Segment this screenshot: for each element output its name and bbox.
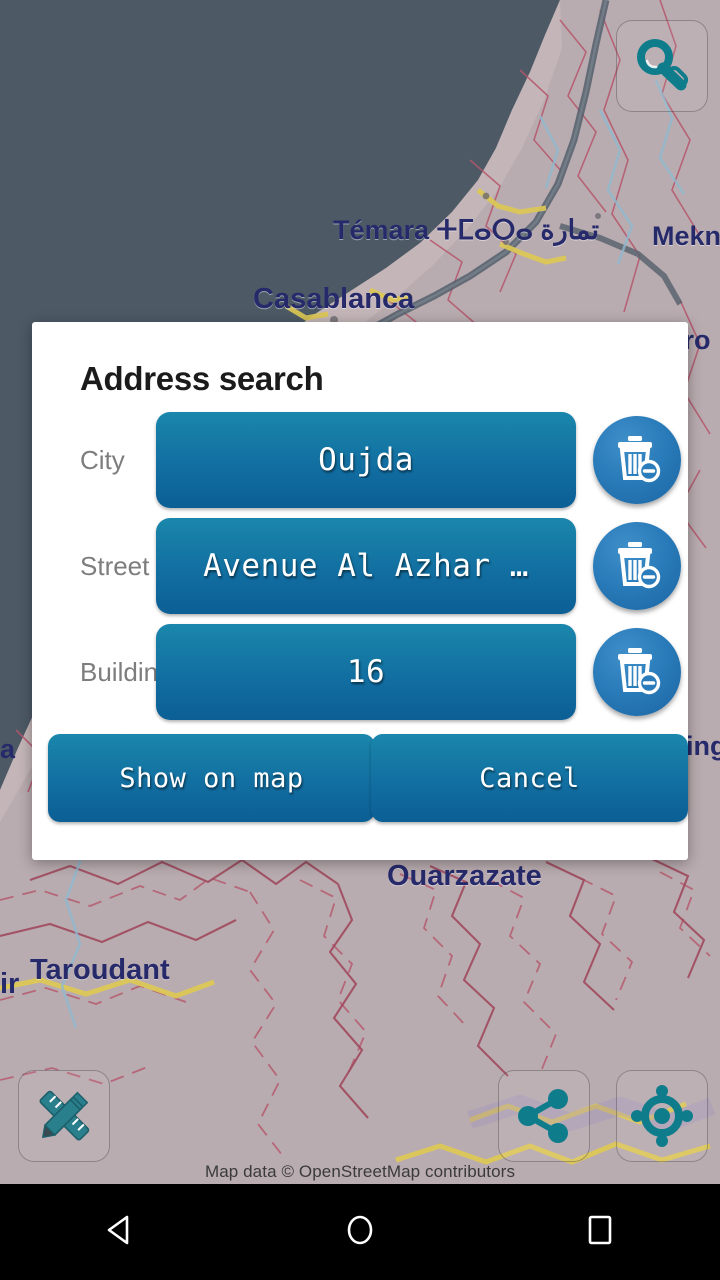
- city-field[interactable]: Oujda: [156, 412, 576, 508]
- trash-minus-icon: [609, 536, 665, 597]
- dialog-title: Address search: [80, 360, 324, 397]
- field-label-street: Street: [80, 551, 150, 581]
- field-row-city: City Oujda: [32, 412, 688, 508]
- back-triangle-icon: [102, 1212, 138, 1253]
- field-label-city: City: [80, 445, 125, 475]
- gps-crosshair-icon: [631, 1085, 693, 1147]
- home-circle-icon: [342, 1212, 378, 1253]
- map-label-casablanca: Casablanca: [253, 283, 415, 315]
- osm-attribution: Map data © OpenStreetMap contributors: [204, 1162, 516, 1181]
- recents-square-icon: [582, 1212, 618, 1253]
- map-label-taroudant: Taroudant: [30, 954, 170, 986]
- map-search-button[interactable]: [616, 20, 708, 112]
- map-locate-button[interactable]: [616, 1070, 708, 1162]
- share-icon: [515, 1087, 573, 1145]
- map-label-agadir-fragment: ir: [0, 968, 20, 1000]
- map-share-button[interactable]: [498, 1070, 590, 1162]
- map-measure-button[interactable]: [18, 1070, 110, 1162]
- magnifier-icon: [631, 35, 693, 97]
- trash-minus-icon: [609, 642, 665, 703]
- field-row-building: Building 16: [32, 624, 688, 720]
- nav-back-button[interactable]: [65, 1184, 175, 1280]
- ruler-pencil-icon: [32, 1084, 96, 1148]
- android-navigation-bar: [0, 1184, 720, 1280]
- clear-street-button[interactable]: [593, 522, 681, 610]
- show-on-map-label: Show on map: [119, 762, 304, 794]
- cancel-button[interactable]: Cancel: [371, 734, 688, 822]
- map-label-left-fragment: a: [0, 734, 16, 764]
- street-field[interactable]: Avenue Al Azhar …: [156, 518, 576, 614]
- building-field[interactable]: 16: [156, 624, 576, 720]
- map-label-meknes: Mekn: [652, 221, 720, 251]
- show-on-map-button[interactable]: Show on map: [48, 734, 375, 822]
- map-label-temara: Témara ⵜⵎⴰⵔⴰ تمارة: [333, 215, 599, 245]
- city-field-value: Oujda: [318, 442, 414, 478]
- app-screen: Témara ⵜⵎⴰⵔⴰ تمارة Mekn Casablanca zro a…: [0, 0, 720, 1280]
- address-search-dialog: Address search City Oujda Street Avenue …: [32, 322, 688, 860]
- clear-city-button[interactable]: [593, 416, 681, 504]
- map-label-right-fragment: ing: [686, 731, 720, 761]
- street-field-value: Avenue Al Azhar …: [203, 548, 529, 584]
- clear-building-button[interactable]: [593, 628, 681, 716]
- nav-recents-button[interactable]: [545, 1184, 655, 1280]
- building-field-value: 16: [346, 654, 386, 690]
- nav-home-button[interactable]: [305, 1184, 415, 1280]
- trash-minus-icon: [609, 430, 665, 491]
- cancel-label: Cancel: [479, 762, 580, 794]
- field-row-street: Street Avenue Al Azhar …: [32, 518, 688, 614]
- map-label-ouarzazate: Ouarzazate: [387, 860, 542, 892]
